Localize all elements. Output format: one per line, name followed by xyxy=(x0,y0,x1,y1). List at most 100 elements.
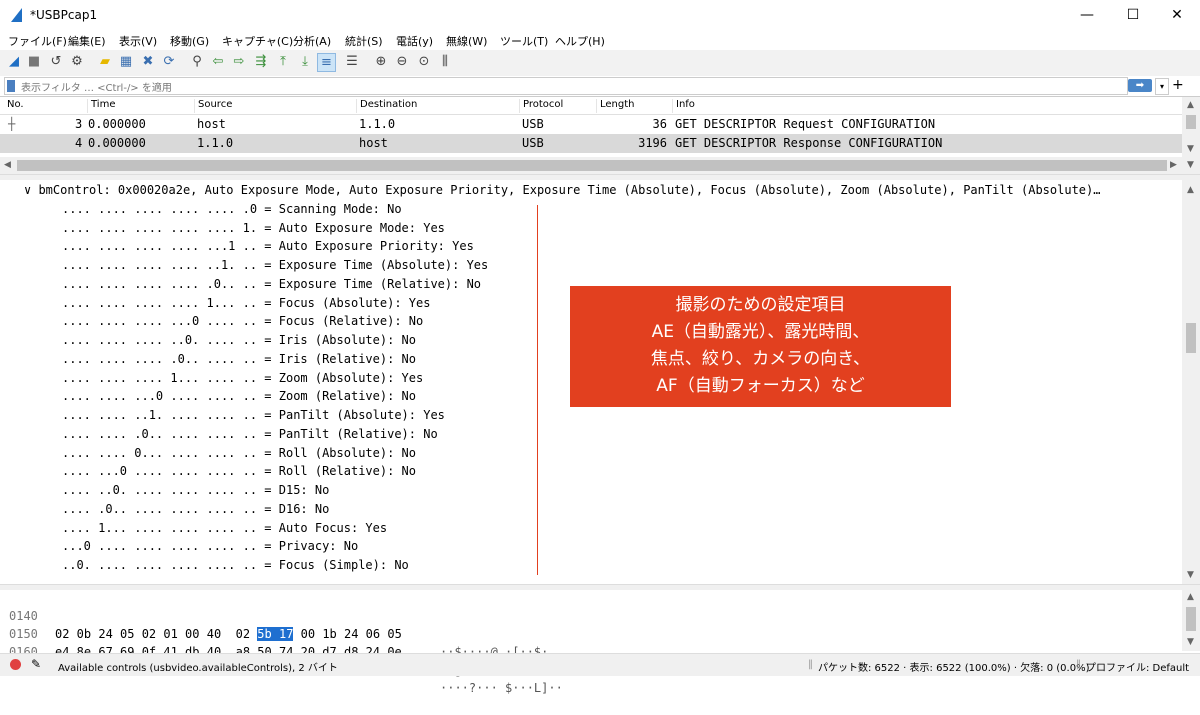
close-file-icon[interactable]: ✖ xyxy=(139,53,157,71)
go-forward-icon[interactable]: ⇨ xyxy=(230,53,248,71)
menu-wireless[interactable]: 無線(W) xyxy=(446,33,487,49)
detail-line[interactable]: .... .... .... .... 1... .. = Focus (Abs… xyxy=(62,294,430,313)
first-packet-icon[interactable]: ⤒ xyxy=(274,53,292,71)
menu-telephony[interactable]: 電話(y) xyxy=(396,33,433,49)
last-packet-icon[interactable]: ⤓ xyxy=(296,53,314,71)
bytes-row[interactable]: 0160 08 01 02 02 3f 03 00 1c 24 06 06 a9… xyxy=(0,625,563,695)
reload-file-icon[interactable]: ⟳ xyxy=(160,53,178,71)
detail-line[interactable]: .... .... .... .... .... 1. = Auto Expos… xyxy=(62,219,445,238)
detail-line[interactable]: .... 1... .... .... .... .. = Auto Focus… xyxy=(62,519,387,538)
tree-node-bmcontrol[interactable]: ∨ bmControl: 0x00020a2e, Auto Exposure M… xyxy=(24,181,1100,200)
detail-line[interactable]: .... .... .... .... .0.. .. = Exposure T… xyxy=(62,275,481,294)
open-file-icon[interactable]: ▰ xyxy=(96,53,114,71)
packet-row[interactable]: ┼ 3 0.000000 host 1.1.0 USB 36 GET DESCR… xyxy=(0,115,1182,134)
status-profile[interactable]: プロファイル: Default xyxy=(1086,659,1189,674)
packet-list-header: No. Time Source Destination Protocol Len… xyxy=(0,97,1200,115)
bytes-row[interactable]: 0150 e4 8e 67 69 0f 41 db 40 a8 50 74 20… xyxy=(0,607,563,677)
normal-size-icon[interactable]: ⊙ xyxy=(415,53,433,71)
detail-line[interactable]: .... .... .... .0.. .... .. = Iris (Rela… xyxy=(62,350,416,369)
detail-line[interactable]: .... .... 0... .... .... .. = Roll (Abso… xyxy=(62,444,416,463)
add-filter-button[interactable]: + xyxy=(1172,77,1184,93)
resize-columns-icon[interactable]: ⫼ xyxy=(436,53,454,71)
detail-line[interactable]: .... .... .... ..0. .... .. = Iris (Abso… xyxy=(62,331,416,350)
display-filter-input[interactable]: 表示フィルタ … <Ctrl-/> を適用 xyxy=(4,77,1128,95)
expand-chevron-icon[interactable]: ∨ xyxy=(24,183,38,197)
byte-ascii[interactable]: ····?··· $···L]·· xyxy=(440,679,563,697)
col-info[interactable]: Info xyxy=(672,99,695,113)
col-time[interactable]: Time xyxy=(87,99,115,113)
menu-go[interactable]: 移動(G) xyxy=(170,33,209,49)
bytes-vscrollbar[interactable]: ▲ ▼ xyxy=(1182,589,1200,651)
menu-file[interactable]: ファイル(F) xyxy=(8,33,67,49)
main-toolbar: ◢ ■ ↺ ⚙ ▰ ▦ ✖ ⟳ ⚲ ⇦ ⇨ ⇶ ⤒ ⤓ ≡ ☰ ⊕ ⊖ ⊙ ⫼ xyxy=(0,50,1200,77)
restart-capture-icon[interactable]: ↺ xyxy=(47,53,65,71)
scroll-right-icon[interactable]: ▶ xyxy=(1170,160,1177,170)
apply-filter-button[interactable]: ➡ xyxy=(1128,79,1152,92)
packet-list-vscrollbar[interactable]: ▲ ▼ xyxy=(1182,97,1200,157)
col-no[interactable]: No. xyxy=(4,99,24,113)
stop-capture-icon[interactable]: ■ xyxy=(25,53,43,71)
hscroll-thumb[interactable] xyxy=(17,160,1167,171)
capture-options-icon[interactable]: ⚙ xyxy=(68,53,86,71)
detail-line[interactable]: .... .... .0.. .... .... .. = PanTilt (R… xyxy=(62,425,438,444)
packet-row-selected[interactable]: 4 0.000000 1.1.0 host USB 3196 GET DESCR… xyxy=(0,134,1182,153)
auto-scroll-icon[interactable]: ≡ xyxy=(317,53,336,72)
menu-edit[interactable]: 編集(E) xyxy=(68,33,106,49)
start-capture-icon[interactable]: ◢ xyxy=(5,53,23,71)
details-vscrollbar[interactable]: ▲ ▼ xyxy=(1182,180,1200,584)
detail-line[interactable]: .... .0.. .... .... .... .. = D16: No xyxy=(62,500,329,519)
expert-info-icon[interactable] xyxy=(10,659,21,670)
callout-line: AE（自動露光）、露光時間、 xyxy=(651,322,870,342)
bytes-row[interactable]: 0140 02 0b 24 05 02 01 00 40 02 5b 17 00… xyxy=(0,589,548,659)
scroll-down-icon[interactable]: ▼ xyxy=(1187,160,1194,170)
menu-tools[interactable]: ツール(T) xyxy=(500,33,548,49)
vscroll-thumb[interactable] xyxy=(1186,607,1196,631)
detail-line[interactable]: .... .... .... .... ...1 .. = Auto Expos… xyxy=(62,237,474,256)
detail-line[interactable]: ..0. .... .... .... .... .. = Focus (Sim… xyxy=(62,556,409,575)
save-file-icon[interactable]: ▦ xyxy=(117,53,135,71)
detail-line[interactable]: .... .... .... .... ..1. .. = Exposure T… xyxy=(62,256,488,275)
detail-line[interactable]: .... .... .... ...0 .... .. = Focus (Rel… xyxy=(62,312,423,331)
scroll-up-icon[interactable]: ▲ xyxy=(1187,592,1194,602)
packet-protocol: USB xyxy=(522,136,544,150)
packet-info: GET DESCRIPTOR Response CONFIGURATION xyxy=(675,136,943,150)
col-destination[interactable]: Destination xyxy=(356,99,417,113)
detail-line[interactable]: .... .... ...0 .... .... .. = Zoom (Rela… xyxy=(62,387,416,406)
scroll-left-icon[interactable]: ◀ xyxy=(4,160,11,170)
find-packet-icon[interactable]: ⚲ xyxy=(188,53,206,71)
go-to-packet-icon[interactable]: ⇶ xyxy=(252,53,270,71)
detail-line[interactable]: .... ...0 .... .... .... .. = Roll (Rela… xyxy=(62,462,416,481)
filter-history-dropdown[interactable]: ▾ xyxy=(1155,78,1169,95)
bookmark-icon[interactable] xyxy=(7,80,15,92)
edit-comment-icon[interactable]: ✎ xyxy=(31,657,41,671)
maximize-button[interactable]: ☐ xyxy=(1110,0,1156,30)
scroll-down-icon[interactable]: ▼ xyxy=(1187,144,1194,154)
menu-help[interactable]: ヘルプ(H) xyxy=(555,33,605,49)
minimize-button[interactable]: — xyxy=(1064,0,1110,30)
zoom-out-icon[interactable]: ⊖ xyxy=(393,53,411,71)
detail-line[interactable]: ...0 .... .... .... .... .. = Privacy: N… xyxy=(62,537,358,556)
detail-line[interactable]: .... .... .... 1... .... .. = Zoom (Abso… xyxy=(62,369,423,388)
packet-list-hscrollbar[interactable]: ◀ ▶ xyxy=(0,157,1182,174)
detail-line[interactable]: .... .... .... .... .... .0 = Scanning M… xyxy=(62,200,402,219)
detail-line[interactable]: .... .... ..1. .... .... .. = PanTilt (A… xyxy=(62,406,445,425)
menu-capture[interactable]: キャプチャ(C) xyxy=(222,33,293,49)
scroll-down-icon[interactable]: ▼ xyxy=(1187,637,1194,647)
scroll-up-icon[interactable]: ▲ xyxy=(1187,185,1194,195)
close-button[interactable]: ✕ xyxy=(1154,0,1200,30)
vscroll-thumb[interactable] xyxy=(1186,323,1196,353)
menu-view[interactable]: 表示(V) xyxy=(119,33,157,49)
go-back-icon[interactable]: ⇦ xyxy=(209,53,227,71)
col-length[interactable]: Length xyxy=(596,99,635,113)
detail-line[interactable]: .... ..0. .... .... .... .. = D15: No xyxy=(62,481,329,500)
menu-analyze[interactable]: 分析(A) xyxy=(293,33,331,49)
col-protocol[interactable]: Protocol xyxy=(519,99,563,113)
byte-hex[interactable]: 02 0b 24 05 02 01 00 40 02 5b 17 00 1b 2… xyxy=(55,625,402,643)
scroll-up-icon[interactable]: ▲ xyxy=(1187,100,1194,110)
colorize-icon[interactable]: ☰ xyxy=(343,53,361,71)
col-source[interactable]: Source xyxy=(194,99,232,113)
menu-statistics[interactable]: 統計(S) xyxy=(345,33,383,49)
vscroll-thumb[interactable] xyxy=(1186,115,1196,129)
scroll-down-icon[interactable]: ▼ xyxy=(1187,570,1194,580)
zoom-in-icon[interactable]: ⊕ xyxy=(372,53,390,71)
